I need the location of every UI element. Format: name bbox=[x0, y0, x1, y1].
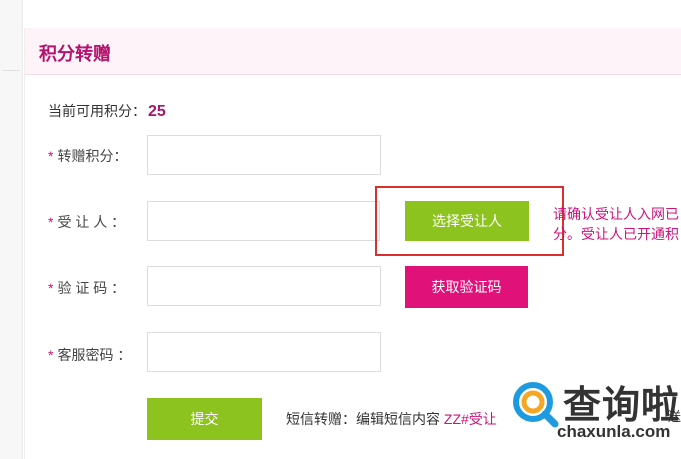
recipient-input[interactable] bbox=[147, 201, 380, 241]
watermark-logo: 查询啦 chaxunla.com bbox=[505, 372, 681, 459]
verify-code-label: * 验 证 码 ： bbox=[48, 278, 125, 298]
watermark-name: 查询啦 bbox=[563, 385, 681, 427]
service-password-label: * 客服密码 ： bbox=[48, 345, 131, 365]
left-sidebar-strip bbox=[0, 0, 23, 459]
search-logo-icon bbox=[513, 382, 559, 428]
required-mark: * bbox=[48, 280, 54, 296]
service-password-input[interactable] bbox=[147, 332, 381, 372]
recipient-label: * 受 让 人 ： bbox=[48, 212, 125, 232]
available-points-value: 25 bbox=[148, 103, 166, 120]
available-points: 当前可用积分： 25 bbox=[48, 101, 166, 121]
recipient-notice: 请确认受让人入网已 分。受让人已开通积 bbox=[553, 204, 679, 244]
notice-line-2: 分。受让人已开通积 bbox=[553, 226, 679, 242]
notice-line-1: 请确认受让人入网已 bbox=[553, 206, 679, 222]
available-points-label: 当前可用积分： bbox=[48, 103, 146, 119]
required-mark: * bbox=[48, 347, 54, 363]
sms-transfer-hint: 短信转赠：编辑短信内容 ZZ#受让 bbox=[286, 409, 497, 429]
truncated-text: 送 bbox=[668, 409, 681, 424]
watermark-domain: chaxunla.com bbox=[557, 422, 671, 441]
verify-code-label-text: 验 证 码 ： bbox=[57, 280, 126, 296]
verify-code-input[interactable] bbox=[147, 266, 381, 306]
transfer-points-input[interactable] bbox=[147, 135, 381, 175]
transfer-points-label-text: 转赠积分： bbox=[57, 148, 128, 164]
transfer-points-label: * 转赠积分： bbox=[48, 146, 127, 166]
required-mark: * bbox=[48, 148, 54, 164]
required-mark: * bbox=[48, 214, 54, 230]
sms-code-text: ZZ#受让 bbox=[443, 411, 497, 427]
sms-hint-text: 短信转赠：编辑短信内容 bbox=[286, 411, 444, 427]
select-recipient-button[interactable]: 选择受让人 bbox=[405, 201, 529, 241]
page-title: 积分转赠 bbox=[39, 44, 111, 64]
panel-header: 积分转赠 bbox=[25, 28, 681, 75]
sidebar-divider bbox=[2, 70, 20, 71]
get-code-button[interactable]: 获取验证码 bbox=[405, 266, 528, 308]
recipient-label-text: 受 让 人 ： bbox=[57, 214, 126, 230]
service-password-label-text: 客服密码 ： bbox=[57, 347, 132, 363]
submit-button[interactable]: 提交 bbox=[147, 398, 262, 440]
